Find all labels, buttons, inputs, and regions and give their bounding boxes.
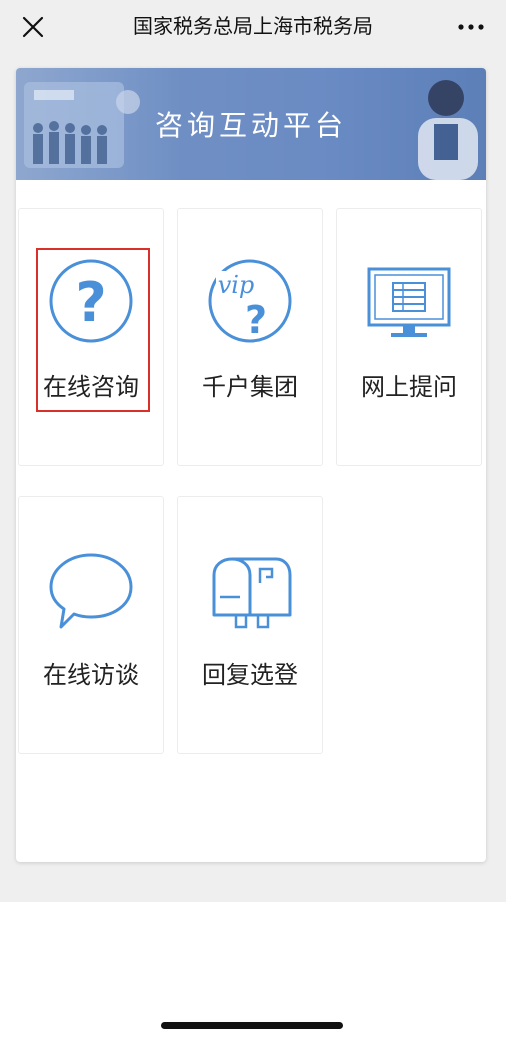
mailbox-icon <box>212 557 292 629</box>
tile-label: 网上提问 <box>361 373 457 401</box>
tile-vip-group[interactable]: vip ? 千户集团 <box>177 208 323 466</box>
banner-title: 咨询互动平台 <box>154 109 347 142</box>
tile-reply-selection[interactable]: 回复选登 <box>177 496 323 754</box>
more-icon[interactable] <box>454 12 488 42</box>
svg-text:?: ? <box>245 298 267 342</box>
page-title: 国家税务总局上海市税务局 <box>133 14 373 38</box>
platform-card: 咨询互动平台 ? 在线咨询 vip ? 千户集团 网上提问 在线访谈 回复选登 <box>16 68 486 862</box>
top-bar: 国家税务总局上海市税务局 <box>0 0 506 54</box>
tile-label: 千户集团 <box>202 373 298 401</box>
tile-online-question[interactable]: 网上提问 <box>336 208 482 466</box>
tile-label: 在线访谈 <box>43 661 139 689</box>
svg-text:?: ? <box>75 271 106 334</box>
vip-question-icon: vip ? <box>208 259 292 343</box>
speech-bubble-icon <box>49 553 133 629</box>
svg-text:vip: vip <box>218 271 255 299</box>
tile-online-consult[interactable]: ? 在线咨询 <box>18 208 164 466</box>
tile-online-interview[interactable]: 在线访谈 <box>18 496 164 754</box>
question-circle-icon: ? <box>49 259 133 343</box>
banner: 咨询互动平台 <box>16 68 486 180</box>
close-icon[interactable] <box>18 12 48 42</box>
tile-label: 回复选登 <box>202 661 298 689</box>
home-indicator[interactable] <box>161 1022 343 1029</box>
monitor-icon <box>367 267 451 337</box>
tile-label: 在线咨询 <box>43 373 139 401</box>
